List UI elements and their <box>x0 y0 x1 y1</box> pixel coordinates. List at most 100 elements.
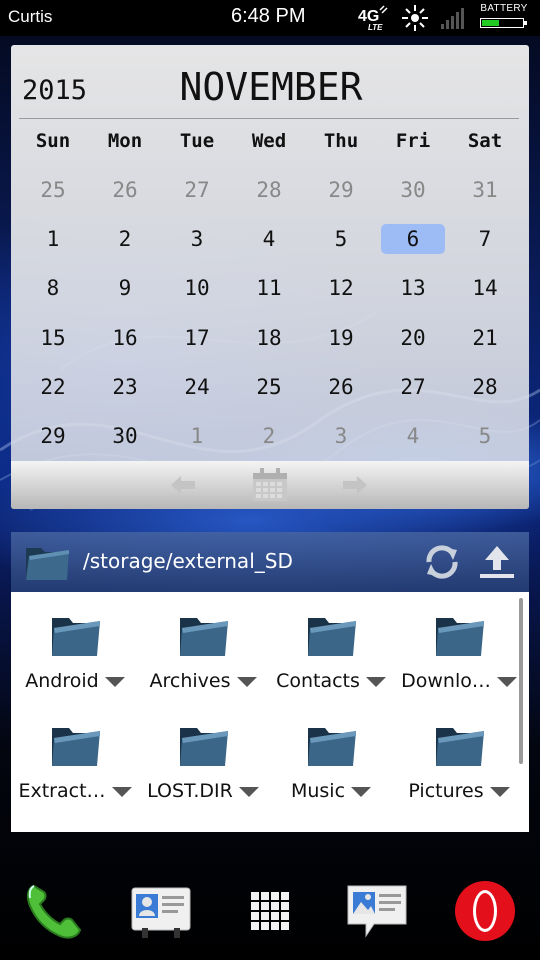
calendar-day[interactable]: 9 <box>93 273 157 303</box>
calendar-day[interactable]: 27 <box>381 372 445 402</box>
battery-fill <box>482 20 499 26</box>
calendar-day[interactable]: 1 <box>165 421 229 451</box>
calendar-day[interactable]: 4 <box>237 224 301 254</box>
calendar-day[interactable]: 13 <box>381 273 445 303</box>
battery-label: BATTERY <box>480 3 528 14</box>
calendar-grid: Sun Mon Tue Wed Thu Fri Sat 25 26 27 28 29 30… <box>17 117 523 461</box>
folder-label: Extract… <box>18 780 106 802</box>
folder-item[interactable]: Extract… <box>11 702 139 802</box>
next-month-arrow-icon[interactable] <box>341 473 369 497</box>
calendar-week: 22 23 24 25 26 27 28 <box>17 362 523 411</box>
calendar-day[interactable]: 26 <box>93 175 157 205</box>
calendar-day[interactable]: 29 <box>21 421 85 451</box>
calendar-day[interactable]: 1 <box>21 224 85 254</box>
calendar-day[interactable]: 16 <box>93 323 157 353</box>
folder-label-row: Archives <box>139 670 267 692</box>
calendar-day[interactable]: 22 <box>21 372 85 402</box>
refresh-icon[interactable] <box>423 542 461 582</box>
calendar-day[interactable]: 12 <box>309 273 373 303</box>
calendar-day[interactable]: 14 <box>453 273 517 303</box>
calendar-day[interactable]: 5 <box>453 421 517 451</box>
dropdown-arrow-icon[interactable] <box>238 786 259 797</box>
calendar-day[interactable]: 24 <box>165 372 229 402</box>
dropdown-arrow-icon[interactable] <box>489 786 510 797</box>
calendar-day[interactable]: 5 <box>309 224 373 254</box>
calendar-day[interactable]: 28 <box>453 372 517 402</box>
calendar-day[interactable]: 2 <box>237 421 301 451</box>
weekday-label: Fri <box>395 130 431 152</box>
calendar-day[interactable]: 11 <box>237 273 301 303</box>
dropdown-arrow-icon[interactable] <box>496 676 517 687</box>
weekday-label: Mon <box>107 130 143 152</box>
folder-icon <box>305 722 357 770</box>
dropdown-arrow-icon[interactable] <box>236 676 257 687</box>
calendar-day[interactable]: 29 <box>309 175 373 205</box>
calendar-widget[interactable]: 2015 NOVEMBER Sun Mon Tue Wed Thu Fri Sa… <box>11 45 529 509</box>
status-bar: Curtis 6:48 PM 4G LTE BATTERY <box>0 0 540 36</box>
weekday-header: Sun Mon Tue Wed Thu Fri Sat <box>17 117 523 165</box>
battery-body <box>480 18 524 28</box>
opera-browser-icon[interactable] <box>452 878 518 944</box>
calendar-week: 15 16 17 18 19 20 21 <box>17 313 523 362</box>
prev-month-arrow-icon[interactable] <box>169 473 197 497</box>
calendar-day[interactable]: 4 <box>381 421 445 451</box>
folder-item[interactable]: Downlo… <box>395 592 523 692</box>
folder-label: Android <box>25 670 99 692</box>
calendar-week: 8 9 10 11 12 13 14 <box>17 264 523 313</box>
phone-icon[interactable] <box>20 878 86 944</box>
weekday-label: Sat <box>467 130 503 152</box>
calendar-day[interactable]: 17 <box>165 323 229 353</box>
calendar-day[interactable]: 3 <box>309 421 373 451</box>
scrollbar[interactable] <box>519 598 523 764</box>
calendar-weeks: 25 26 27 28 29 30 31 1 2 3 4 5 6 7 8 9 10 11 12 13 14 15 16 17 1… <box>17 165 523 461</box>
folder-item[interactable]: Music <box>267 702 395 802</box>
calendar-month: NOVEMBER <box>179 65 363 109</box>
folder-item[interactable]: Android <box>11 592 139 692</box>
calendar-day[interactable]: 19 <box>309 323 373 353</box>
upload-icon[interactable] <box>477 542 517 582</box>
folder-item[interactable]: LOST.DIR <box>139 702 267 802</box>
calendar-day[interactable]: 2 <box>93 224 157 254</box>
dropdown-arrow-icon[interactable] <box>111 786 132 797</box>
folder-label: Music <box>290 780 346 802</box>
calendar-day[interactable]: 31 <box>453 175 517 205</box>
calendar-day[interactable]: 23 <box>93 372 157 402</box>
calendar-day[interactable]: 7 <box>453 224 517 254</box>
folder-icon <box>433 612 485 660</box>
calendar-week: 1234567 <box>17 214 523 263</box>
folder-label-row: Downlo… <box>395 670 523 692</box>
calendar-day[interactable]: 3 <box>165 224 229 254</box>
dropdown-arrow-icon[interactable] <box>104 676 125 687</box>
calendar-toolbar <box>11 461 529 509</box>
calendar-day[interactable]: 25 <box>21 175 85 205</box>
calendar-day[interactable]: 20 <box>381 323 445 353</box>
battery-tip <box>524 21 527 25</box>
calendar-day[interactable]: 21 <box>453 323 517 353</box>
dropdown-arrow-icon[interactable] <box>351 786 372 797</box>
calendar-day[interactable]: 26 <box>309 372 373 402</box>
calendar-day[interactable]: 28 <box>237 175 301 205</box>
calendar-day[interactable]: 8 <box>21 273 85 303</box>
calendar-day-today[interactable]: 6 <box>381 223 445 254</box>
dropdown-arrow-icon[interactable] <box>365 676 386 687</box>
calendar-week: 29 30 1 2 3 4 5 <box>17 411 523 460</box>
current-path: /storage/external_SD <box>83 549 293 573</box>
weekday-label: Thu <box>323 130 359 152</box>
folder-label-row: LOST.DIR <box>139 780 267 802</box>
app-drawer-icon[interactable] <box>237 878 303 944</box>
4g-lte-icon: 4G LTE <box>358 5 388 32</box>
calendar-day[interactable]: 30 <box>381 175 445 205</box>
calendar-today-icon[interactable] <box>251 467 289 503</box>
calendar-day[interactable]: 30 <box>93 421 157 451</box>
calendar-day[interactable]: 18 <box>237 323 301 353</box>
calendar-day[interactable]: 25 <box>237 372 301 402</box>
folder-item[interactable]: Contacts <box>267 592 395 692</box>
contacts-icon[interactable] <box>128 878 194 944</box>
folder-icon[interactable] <box>23 540 71 584</box>
folder-item[interactable]: Pictures <box>395 702 523 802</box>
folder-item[interactable]: Archives <box>139 592 267 692</box>
calendar-day[interactable]: 15 <box>21 323 85 353</box>
calendar-day[interactable]: 27 <box>165 175 229 205</box>
calendar-day[interactable]: 10 <box>165 273 229 303</box>
messages-icon[interactable] <box>344 878 410 944</box>
